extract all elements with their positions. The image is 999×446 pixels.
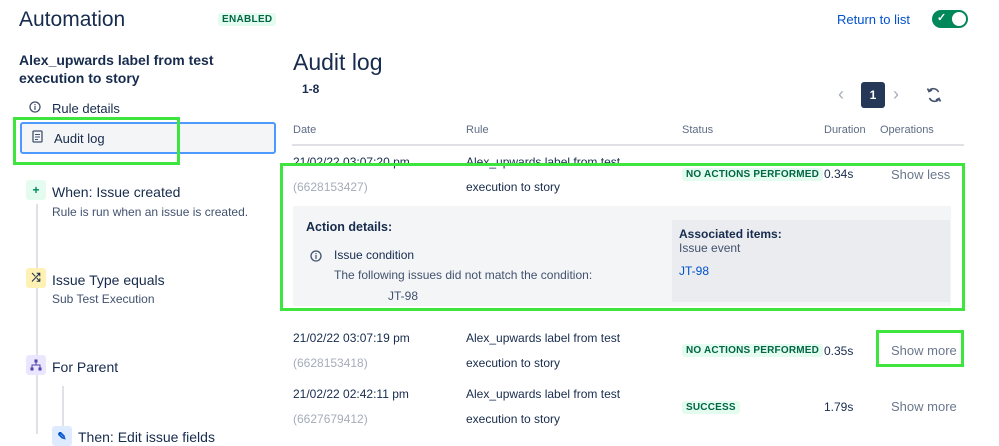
page-number-current[interactable]: 1 xyxy=(861,82,885,108)
row-id: (6628153418) xyxy=(293,356,368,370)
pencil-icon: ✎ xyxy=(52,426,72,446)
page-title: Audit log xyxy=(293,49,383,75)
row-id: (6627679412) xyxy=(293,412,368,426)
column-header-rule: Rule xyxy=(466,124,489,136)
info-icon xyxy=(26,100,44,116)
toggle-knob xyxy=(952,12,966,26)
trigger-title[interactable]: When: Issue created xyxy=(52,184,180,200)
row-rule: execution to story xyxy=(466,356,561,370)
sidebar-item-label: Rule details xyxy=(52,100,120,116)
row-duration: 1.79s xyxy=(824,400,854,414)
condition-subtitle: Sub Test Execution xyxy=(52,292,155,306)
condition-title[interactable]: Issue Type equals xyxy=(52,272,165,288)
table-divider xyxy=(292,144,964,146)
highlight-frame-expanded-row xyxy=(280,163,965,311)
result-range: 1-8 xyxy=(302,82,320,96)
plus-icon: + xyxy=(26,180,46,200)
branch-title[interactable]: For Parent xyxy=(52,359,118,375)
check-icon: ✓ xyxy=(937,12,947,24)
row-rule: Alex_upwards label from test xyxy=(466,331,621,345)
status-badge: ENABLED xyxy=(218,13,277,26)
row-rule: Alex_upwards label from test xyxy=(466,387,621,401)
show-more-link[interactable]: Show more xyxy=(891,399,957,414)
row-date: 21/02/22 02:42:11 pm xyxy=(293,387,409,401)
column-header-duration: Duration xyxy=(824,124,866,136)
hierarchy-icon xyxy=(26,355,46,375)
chevron-right-icon[interactable]: › xyxy=(893,84,899,105)
component-tree-line xyxy=(36,204,38,434)
trigger-subtitle: Rule is run when an issue is created. xyxy=(52,205,249,219)
return-to-list-link[interactable]: Return to list xyxy=(837,12,910,27)
row-rule: execution to story xyxy=(466,412,561,426)
row-status-lozenge: SUCCESS xyxy=(682,401,740,414)
rule-name: Alex_upwards label from test execution t… xyxy=(19,52,214,86)
row-status-lozenge: NO ACTIONS PERFORMED xyxy=(682,344,824,357)
column-header-operations: Operations xyxy=(880,124,934,136)
chevron-left-icon[interactable]: ‹ xyxy=(838,84,844,105)
highlight-frame-audit-log xyxy=(13,117,180,165)
rule-enabled-toggle[interactable]: ✓ xyxy=(932,10,968,28)
highlight-frame-show-more xyxy=(876,330,964,367)
row-date: 21/02/22 03:07:19 pm xyxy=(293,331,410,345)
column-header-date: Date xyxy=(293,124,317,136)
shuffle-icon: ⤮ xyxy=(26,268,46,288)
row-duration: 0.35s xyxy=(824,344,854,358)
column-header-status: Status xyxy=(682,124,714,136)
refresh-icon[interactable] xyxy=(925,86,943,109)
action-title[interactable]: Then: Edit issue fields xyxy=(78,429,215,445)
page-header-title: Automation xyxy=(19,8,126,31)
